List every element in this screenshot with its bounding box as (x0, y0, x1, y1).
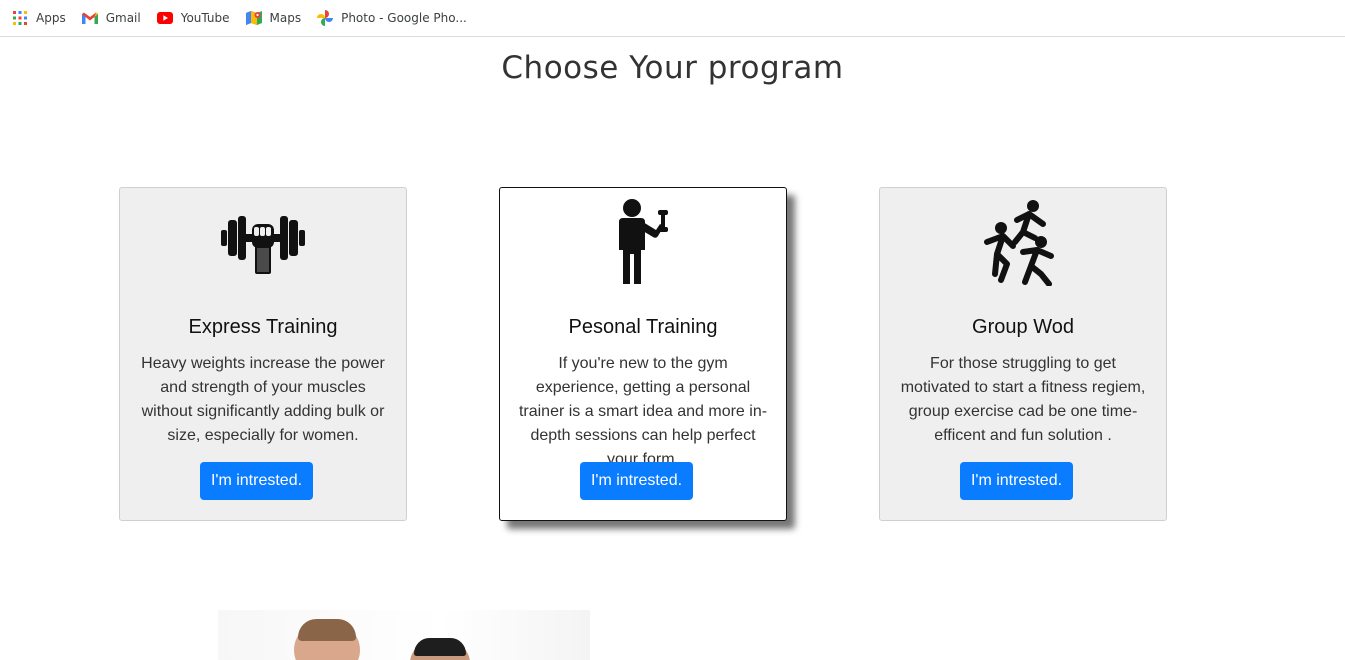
bookmark-maps[interactable]: Maps (245, 5, 310, 31)
interested-button[interactable]: I'm intrested. (200, 462, 313, 500)
trainers-photo (218, 610, 590, 660)
trainer-hair (414, 638, 466, 656)
bookmark-label: Photo - Google Pho... (341, 11, 467, 25)
dumbbell-fist-icon (120, 198, 406, 286)
bookmark-label: Gmail (105, 11, 141, 25)
youtube-icon (156, 10, 173, 26)
program-card-express: Express Training Heavy weights increase … (119, 187, 407, 521)
card-description: If you're new to the gym experience, get… (518, 355, 768, 468)
bookmark-gmail[interactable]: Gmail (81, 5, 149, 31)
bookmark-apps[interactable]: Apps (12, 5, 74, 31)
personal-trainer-icon (500, 198, 786, 286)
bookmark-youtube[interactable]: YouTube (156, 5, 238, 31)
gmail-icon (81, 10, 98, 26)
maps-icon (245, 10, 262, 26)
card-description: Heavy weights increase the power and str… (141, 355, 385, 444)
apps-grid-icon (12, 10, 28, 26)
group-running-icon (880, 198, 1166, 286)
card-description: For those struggling to get motivated to… (900, 355, 1146, 444)
google-photos-icon (317, 10, 334, 26)
card-title: Pesonal Training (568, 316, 718, 338)
bookmark-label: YouTube (180, 11, 230, 25)
program-card-personal: Pesonal Training If you're new to the gy… (499, 187, 787, 521)
card-title: Group Wod (972, 316, 1074, 338)
trainer-hair (298, 619, 356, 641)
card-title: Express Training (188, 316, 338, 338)
bookmark-google-photos[interactable]: Photo - Google Pho... (317, 5, 475, 31)
bookmark-label: Maps (269, 11, 302, 25)
program-card-group: Group Wod For those struggling to get mo… (879, 187, 1167, 521)
bookmarks-bar: Apps Gmail YouTube Maps Photo - Google P… (0, 0, 1345, 37)
interested-button[interactable]: I'm intrested. (580, 462, 693, 500)
interested-button[interactable]: I'm intrested. (960, 462, 1073, 500)
bookmark-label: Apps (36, 11, 66, 25)
page-title: Choose Your program (501, 50, 844, 86)
